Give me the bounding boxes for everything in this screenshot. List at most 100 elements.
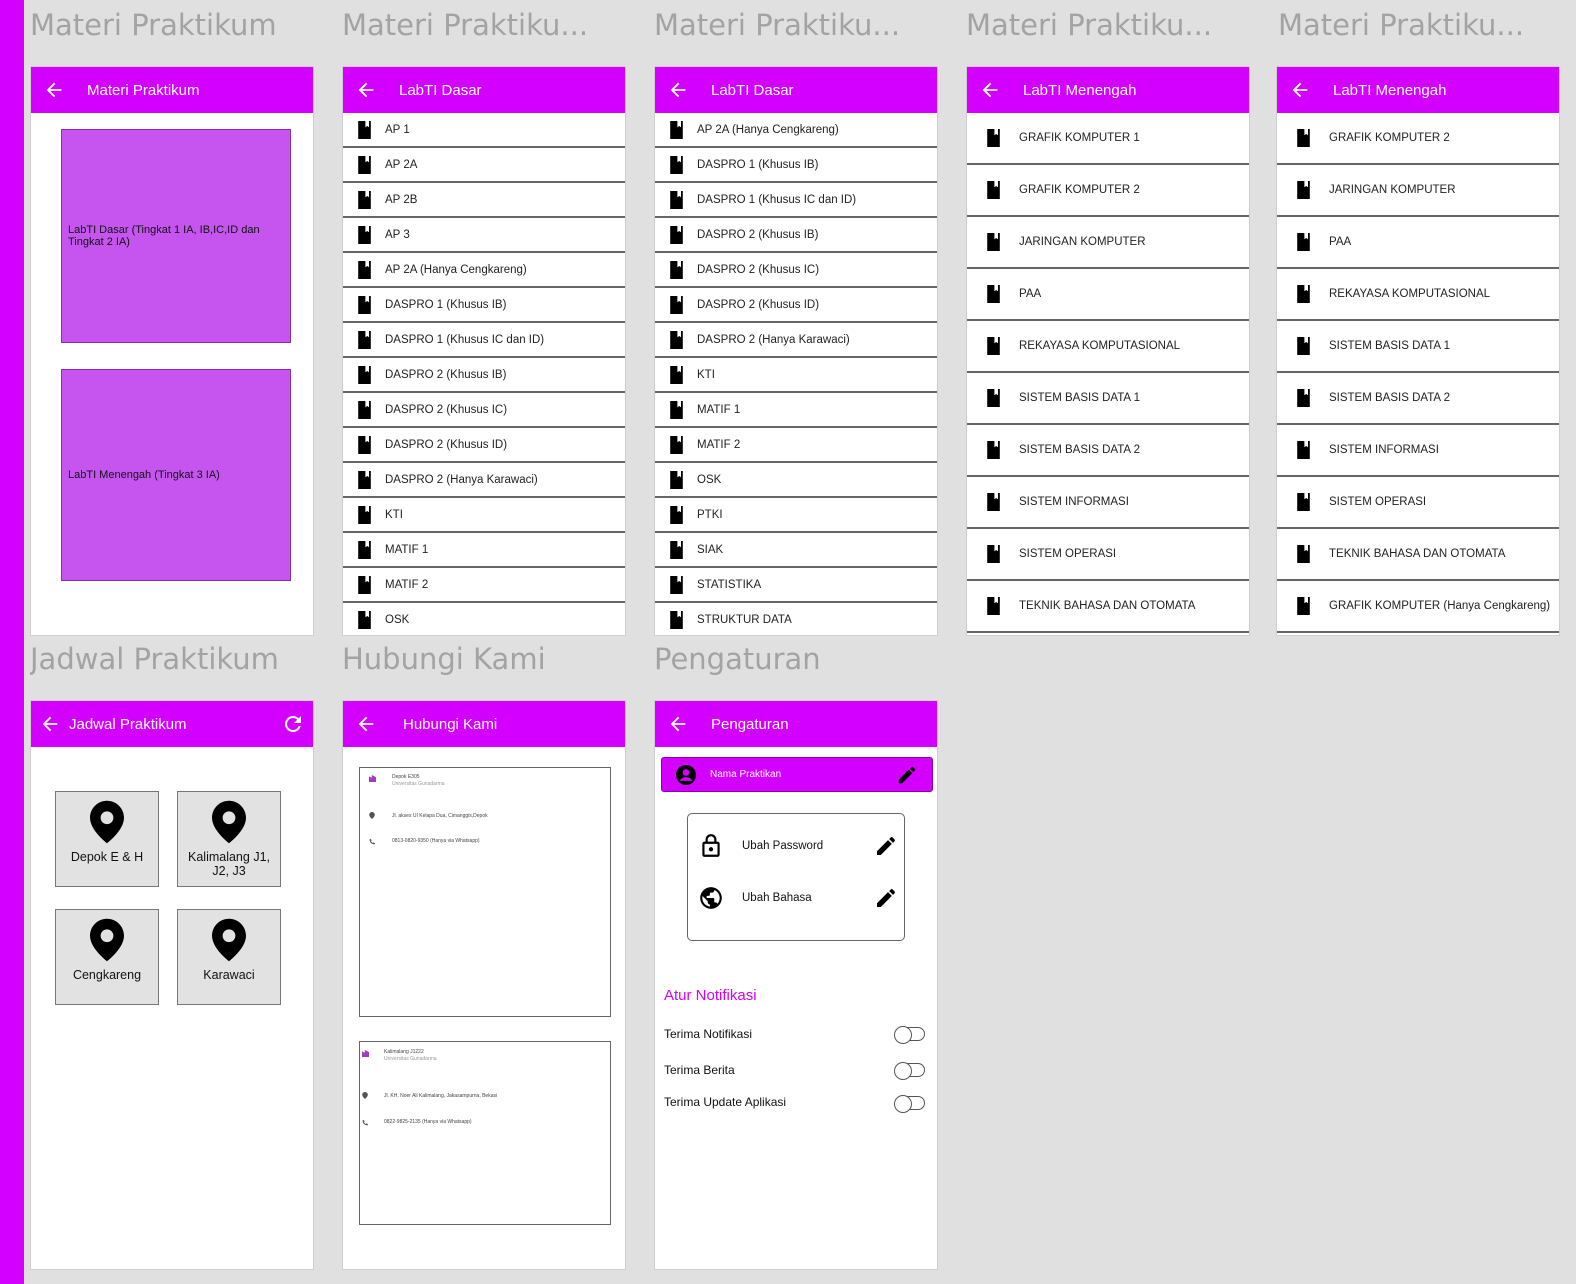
list-item[interactable]: DASPRO 2 (Hanya Karawaci) bbox=[343, 463, 625, 498]
contact-org: Universitas Gunadarma bbox=[384, 1056, 437, 1062]
list-item-label: SISTEM OPERASI bbox=[1329, 496, 1427, 508]
location-card-kalimalang[interactable]: Kalimalang J1, J2, J3 bbox=[177, 791, 281, 887]
list-item[interactable]: GRAFIK KOMPUTER 2 bbox=[1277, 113, 1559, 165]
list-item[interactable]: AP 1 bbox=[343, 113, 625, 148]
list-item[interactable]: DASPRO 1 (Khusus IB) bbox=[343, 288, 625, 323]
app-update-toggle[interactable] bbox=[894, 1094, 925, 1113]
list-item[interactable]: MATIF 1 bbox=[655, 393, 937, 428]
back-arrow-icon[interactable] bbox=[31, 701, 69, 747]
change-language-row[interactable]: Ubah Bahasa bbox=[698, 880, 898, 916]
change-password-row[interactable]: Ubah Password bbox=[698, 828, 898, 864]
location-card-cengkareng[interactable]: Cengkareng bbox=[55, 909, 159, 1005]
list-item[interactable]: AP 3 bbox=[343, 218, 625, 253]
list-item[interactable]: SISTEM OPERASI bbox=[967, 529, 1249, 581]
book-icon bbox=[655, 610, 697, 629]
list-item[interactable]: DASPRO 1 (Khusus IC dan ID) bbox=[655, 183, 937, 218]
list-item[interactable]: DASPRO 1 (Khusus IB) bbox=[655, 148, 937, 183]
list-item[interactable]: DASPRO 2 (Khusus IC) bbox=[343, 393, 625, 428]
book-icon bbox=[343, 120, 385, 139]
list-item[interactable]: REKAYASA KOMPUTASIONAL bbox=[967, 321, 1249, 373]
location-card-karawaci[interactable]: Karawaci bbox=[177, 909, 281, 1005]
list-item[interactable]: DASPRO 2 (Khusus IB) bbox=[655, 218, 937, 253]
list-item-label: AP 2A (Hanya Cengkareng) bbox=[385, 263, 527, 276]
list-item[interactable]: PAA bbox=[967, 269, 1249, 321]
back-arrow-icon[interactable] bbox=[343, 67, 389, 113]
book-icon bbox=[967, 389, 1019, 407]
edit-pencil-icon[interactable] bbox=[874, 886, 898, 910]
card-labti-dasar[interactable]: LabTI Dasar (Tingkat 1 IA, IB,IC,ID dan … bbox=[61, 129, 291, 343]
list-item[interactable]: DASPRO 2 (Hanya Karawaci) bbox=[655, 323, 937, 358]
contact-phone[interactable]: 0822-9825-2135 (Hanya via Whatsapp) bbox=[384, 1119, 472, 1125]
list-item[interactable]: AP 2A bbox=[343, 148, 625, 183]
list-item[interactable]: OSK bbox=[655, 463, 937, 498]
list-item[interactable]: GRAFIK KOMPUTER (Hanya Cengkareng) bbox=[1277, 581, 1559, 633]
refresh-icon[interactable] bbox=[273, 701, 313, 747]
list-item[interactable]: STRUKTUR DATA bbox=[655, 603, 937, 635]
list-item[interactable]: GRAFIK KOMPUTER 1 bbox=[967, 113, 1249, 165]
list-item[interactable]: DASPRO 2 (Khusus ID) bbox=[655, 288, 937, 323]
list-item[interactable]: REKAYASA KOMPUTASIONAL bbox=[1277, 269, 1559, 321]
list-item[interactable]: DASPRO 1 (Khusus IC dan ID) bbox=[343, 323, 625, 358]
list-item[interactable]: SISTEM BASIS DATA 1 bbox=[1277, 321, 1559, 373]
book-icon bbox=[655, 435, 697, 454]
contact-org: Universitas Gunadarma bbox=[392, 781, 445, 787]
list-item[interactable]: SISTEM INFORMASI bbox=[1277, 425, 1559, 477]
card-labti-menengah[interactable]: LabTI Menengah (Tingkat 3 IA) bbox=[61, 369, 291, 581]
list-item-label: STRUKTUR DATA bbox=[697, 613, 792, 626]
list-item[interactable]: MATIF 2 bbox=[655, 428, 937, 463]
list-item[interactable]: SISTEM BASIS DATA 2 bbox=[967, 425, 1249, 477]
list-item[interactable]: SISTEM BASIS DATA 1 bbox=[967, 373, 1249, 425]
list-item-label: TEKNIK BAHASA DAN OTOMATA bbox=[1329, 548, 1506, 560]
book-icon bbox=[655, 295, 697, 314]
list-item[interactable]: PAA bbox=[1277, 217, 1559, 269]
list-item-label: PTKI bbox=[697, 508, 723, 521]
list-item[interactable]: TEKNIK BAHASA DAN OTOMATA bbox=[967, 581, 1249, 633]
edit-pencil-icon[interactable] bbox=[874, 834, 898, 858]
list-item[interactable]: TEKNIK BAHASA DAN OTOMATA bbox=[1277, 529, 1559, 581]
list-item-label: DASPRO 1 (Khusus IC dan ID) bbox=[385, 333, 545, 346]
list-item[interactable]: KTI bbox=[343, 498, 625, 533]
back-arrow-icon[interactable] bbox=[343, 701, 389, 747]
list-item[interactable]: DASPRO 2 (Khusus IC) bbox=[655, 253, 937, 288]
back-arrow-icon[interactable] bbox=[655, 67, 701, 113]
book-icon bbox=[1277, 337, 1329, 355]
list-item[interactable]: SISTEM OPERASI bbox=[1277, 477, 1559, 529]
list-item-label: GRAFIK KOMPUTER 2 bbox=[1329, 132, 1450, 144]
list-item[interactable]: AP 2B bbox=[343, 183, 625, 218]
notification-toggle[interactable] bbox=[894, 1025, 925, 1044]
edit-pencil-icon[interactable] bbox=[896, 764, 918, 786]
news-toggle[interactable] bbox=[894, 1061, 925, 1080]
back-arrow-icon[interactable] bbox=[967, 67, 1013, 113]
list-item[interactable]: JARINGAN KOMPUTER bbox=[1277, 165, 1559, 217]
list-item[interactable]: AP 2A (Hanya Cengkareng) bbox=[343, 253, 625, 288]
book-icon bbox=[343, 470, 385, 489]
list-item-label: STATISTIKA bbox=[697, 578, 762, 591]
list-item[interactable]: SISTEM BASIS DATA 2 bbox=[1277, 373, 1559, 425]
list-item-label: DASPRO 1 (Khusus IC dan ID) bbox=[697, 193, 857, 206]
list-item[interactable]: JARINGAN KOMPUTER bbox=[967, 217, 1249, 269]
location-card-depok[interactable]: Depok E & H bbox=[55, 791, 159, 887]
list-item[interactable]: PTKI bbox=[655, 498, 937, 533]
list-item[interactable]: DASPRO 2 (Khusus ID) bbox=[343, 428, 625, 463]
list-item[interactable]: SISTEM INFORMASI bbox=[967, 477, 1249, 529]
list-item[interactable]: OSK bbox=[343, 603, 625, 635]
list-item[interactable]: KTI bbox=[655, 358, 937, 393]
list-item[interactable]: SIAK bbox=[655, 533, 937, 568]
profile-bar[interactable]: Nama Praktikan bbox=[661, 757, 933, 792]
list-item[interactable]: MATIF 2 bbox=[343, 568, 625, 603]
list-item-label: DASPRO 1 (Khusus IB) bbox=[697, 158, 819, 171]
app-bar: Hubungi Kami bbox=[343, 701, 625, 747]
book-icon bbox=[343, 400, 385, 419]
list-item[interactable]: DASPRO 2 (Khusus IB) bbox=[343, 358, 625, 393]
frame-pengaturan: Pengaturan Nama Praktikan Ubah Password … bbox=[654, 700, 938, 1270]
back-arrow-icon[interactable] bbox=[1277, 67, 1323, 113]
list-item[interactable]: GRAFIK KOMPUTER 2 bbox=[967, 165, 1249, 217]
list-item[interactable]: MATIF 1 bbox=[343, 533, 625, 568]
list-item[interactable]: AP 2A (Hanya Cengkareng) bbox=[655, 113, 937, 148]
card-label: LabTI Dasar (Tingkat 1 IA, IB,IC,ID dan … bbox=[68, 224, 260, 248]
back-arrow-icon[interactable] bbox=[31, 67, 77, 113]
contact-phone[interactable]: 0813-0820-9350 (Hanya via Whatsapp) bbox=[392, 838, 480, 844]
phone-icon bbox=[362, 1120, 368, 1126]
back-arrow-icon[interactable] bbox=[655, 701, 701, 747]
list-item[interactable]: STATISTIKA bbox=[655, 568, 937, 603]
